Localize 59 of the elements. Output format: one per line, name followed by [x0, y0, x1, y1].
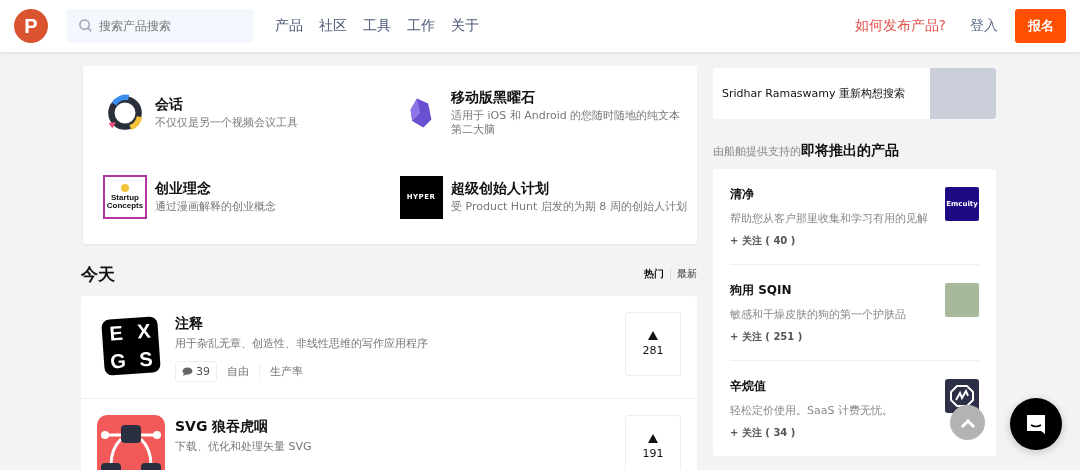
- launch-guide-link[interactable]: 如何发布产品?: [854, 17, 946, 35]
- featured-title[interactable]: 会话: [155, 95, 391, 114]
- featured-description: 适用于 iOS 和 Android 的您随时随地的纯文本第二大脑: [451, 108, 682, 138]
- upvote-button[interactable]: 191: [625, 415, 681, 470]
- ring-logo-icon: [105, 93, 145, 133]
- upcoming-title[interactable]: 清净: [730, 186, 928, 203]
- story-title: Sridhar Ramaswamy 重新构想搜索: [722, 86, 906, 101]
- logo-text: Concepts: [106, 202, 144, 211]
- photo-placeholder: [945, 283, 979, 317]
- lightbulb-icon: [121, 183, 129, 192]
- logo-letter: S: [137, 346, 155, 373]
- logo[interactable]: P: [14, 9, 48, 43]
- featured-title[interactable]: 创业理念: [155, 179, 391, 198]
- chevron-up-icon: [959, 417, 976, 428]
- upcoming-description: 轻松定价使用。SaaS 计费无忧。: [730, 403, 893, 418]
- chat-icon: [1024, 412, 1048, 436]
- product-title[interactable]: SVG 狼吞虎咽: [175, 418, 625, 436]
- featured-description: 受 Product Hunt 启发的为期 8 周的创始人计划: [451, 199, 687, 215]
- nav-link[interactable]: 产品: [275, 17, 303, 35]
- chat-button[interactable]: [1010, 398, 1062, 450]
- sort-tab[interactable]: 热门: [644, 267, 664, 281]
- featured-description: 不仅仅是另一个视频会议工具: [155, 115, 299, 131]
- nav-link[interactable]: 社区: [319, 17, 347, 35]
- section-title: 即将推出的产品: [801, 142, 899, 160]
- section-subtitle: 由船舶提供支持的: [713, 144, 801, 159]
- logo-text: Startup: [111, 193, 139, 202]
- topic-tag[interactable]: 自由: [227, 364, 249, 379]
- featured-description: 通过漫画解释的创业概念: [155, 199, 277, 215]
- sort-tab[interactable]: 最新: [677, 267, 697, 281]
- upcoming-title[interactable]: 辛烷值: [730, 378, 893, 395]
- nav-link[interactable]: 工具: [363, 17, 391, 35]
- search-field[interactable]: 搜索产品搜索: [66, 9, 254, 43]
- section-title: 今天: [81, 262, 115, 286]
- story-card[interactable]: Sridhar Ramaswamy 重新构想搜索: [713, 68, 996, 119]
- logo-letter: X: [135, 318, 153, 345]
- product-description: 用于杂乱无章、创造性、非线性思维的写作应用程序: [175, 336, 429, 351]
- comments-button[interactable]: 39: [175, 361, 217, 382]
- logo-letter: G: [108, 348, 128, 375]
- login-link[interactable]: 登入: [970, 17, 998, 35]
- upcoming-description: 敏感和干燥皮肤的狗的第一个护肤品: [730, 307, 906, 322]
- logo-letter: E: [107, 320, 125, 347]
- upvote-button[interactable]: 281: [625, 312, 681, 376]
- upcoming-title[interactable]: 狗用 SQIN: [730, 282, 906, 299]
- follow-link[interactable]: + 关注 ( 40 ): [730, 234, 928, 248]
- upcoming-description: 帮助您从客户那里收集和学习有用的见解: [730, 211, 928, 226]
- nav-link[interactable]: 工作: [407, 17, 435, 35]
- gem-icon: [409, 97, 433, 129]
- nav-link[interactable]: 关于: [451, 17, 479, 35]
- triangle-up-icon: [648, 331, 658, 340]
- comment-icon: [182, 367, 193, 376]
- product-title[interactable]: 注释: [175, 315, 625, 333]
- follow-link[interactable]: + 关注 ( 34 ): [730, 426, 893, 440]
- featured-title[interactable]: 超级创始人计划: [451, 179, 687, 198]
- photo-placeholder: [930, 68, 996, 119]
- follow-link[interactable]: + 关注 ( 251 ): [730, 330, 906, 344]
- topic-tag[interactable]: 生产率: [270, 364, 303, 379]
- triangle-up-icon: [648, 434, 658, 443]
- product-description: 下载、优化和处理矢量 SVG: [175, 439, 313, 454]
- featured-title[interactable]: 移动版黑曜石: [451, 88, 687, 107]
